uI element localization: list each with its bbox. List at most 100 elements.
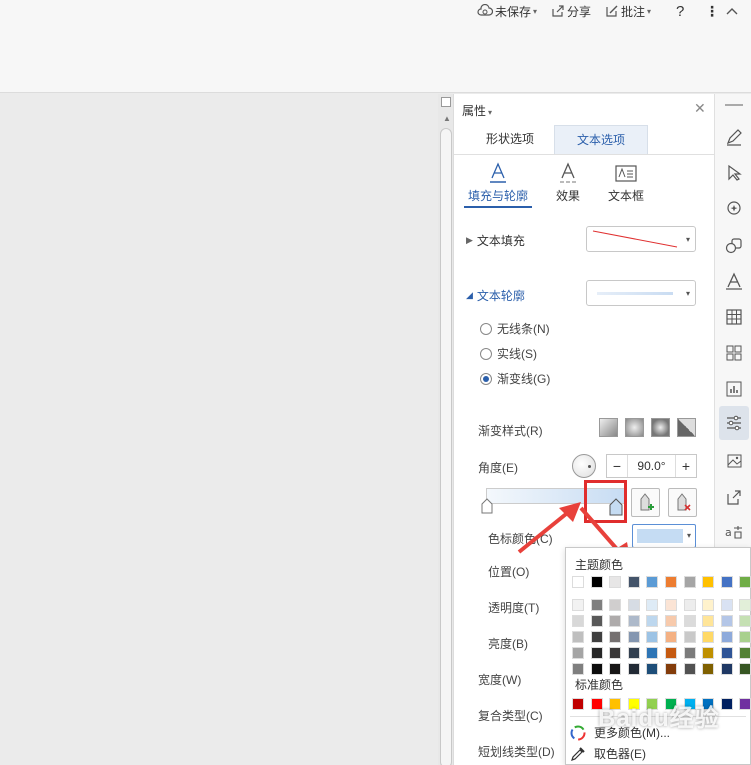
text-effects-icon[interactable] [723, 270, 745, 292]
theme-shade-swatch[interactable] [739, 599, 751, 611]
radio-no-line[interactable]: 无线条(N) [480, 320, 550, 337]
pen-icon[interactable] [723, 126, 745, 148]
theme-shade-swatch[interactable] [646, 615, 659, 627]
theme-shade-swatch[interactable] [646, 647, 659, 659]
theme-shade-swatch[interactable] [720, 663, 733, 675]
angle-input[interactable]: 90.0° [627, 455, 676, 477]
theme-shade-swatch[interactable] [609, 647, 622, 659]
radio-button-checked[interactable] [480, 372, 492, 385]
theme-shade-swatch[interactable] [590, 647, 603, 659]
theme-shade-swatch[interactable] [572, 647, 584, 659]
theme-shade-swatch[interactable] [609, 615, 622, 627]
help-icon[interactable]: ? [676, 2, 684, 20]
tab-shape-options[interactable]: 形状选项 [466, 125, 554, 154]
gradient-stop-left[interactable] [481, 498, 493, 514]
theme-shade-swatch[interactable] [609, 599, 622, 611]
linear-gradient-style[interactable] [599, 418, 618, 437]
minus-icon[interactable]: − [607, 458, 627, 474]
theme-shade-swatch[interactable] [702, 647, 715, 659]
theme-shade-swatch[interactable] [665, 599, 677, 611]
delete-stop-button[interactable] [668, 488, 697, 517]
theme-shade-swatch[interactable] [739, 631, 751, 643]
grip-handle[interactable] [725, 104, 743, 106]
path-gradient-style[interactable] [677, 418, 696, 437]
standard-color-swatch[interactable] [720, 698, 733, 710]
scroll-top-icon[interactable] [441, 97, 451, 107]
export-icon[interactable] [723, 486, 745, 508]
theme-shade-swatch[interactable] [665, 647, 677, 659]
radial-gradient-style[interactable] [625, 418, 644, 437]
panel-title[interactable]: 属性 ▾ [462, 102, 492, 119]
translate-icon[interactable]: a [723, 522, 745, 544]
theme-color-swatch[interactable] [627, 576, 640, 588]
tab-text-options[interactable]: 文本选项 [554, 125, 648, 154]
theme-shade-swatch[interactable] [646, 631, 659, 643]
theme-color-swatch[interactable] [720, 576, 733, 588]
theme-color-swatch[interactable] [665, 576, 677, 588]
chart-icon[interactable] [723, 378, 745, 400]
theme-shade-swatch[interactable] [572, 631, 584, 643]
grid-apps-icon[interactable] [723, 342, 745, 364]
theme-shade-swatch[interactable] [739, 663, 751, 675]
theme-shade-swatch[interactable] [702, 599, 715, 611]
theme-shade-swatch[interactable] [665, 615, 677, 627]
eyedropper-item[interactable]: 取色器(E) [570, 745, 646, 762]
close-icon[interactable]: ✕ [694, 100, 706, 117]
vertical-scrollbar[interactable]: ▲ [438, 94, 454, 765]
theme-shade-swatch[interactable] [683, 599, 696, 611]
subtab-textbox[interactable]: 文本框 [591, 160, 661, 204]
theme-shade-swatch[interactable] [572, 615, 584, 627]
select-cursor-icon[interactable] [723, 162, 745, 184]
subtab-fill-outline[interactable]: 填充与轮廓 [463, 160, 533, 204]
theme-shade-swatch[interactable] [665, 663, 677, 675]
badge-icon[interactable] [723, 198, 745, 220]
theme-shade-swatch[interactable] [590, 663, 603, 675]
theme-color-swatch[interactable] [683, 576, 696, 588]
theme-shade-swatch[interactable] [590, 599, 603, 611]
collapse-icon[interactable] [726, 2, 740, 20]
standard-color-swatch[interactable] [572, 698, 584, 710]
scroll-thumb[interactable] [440, 128, 452, 765]
theme-shade-swatch[interactable] [739, 615, 751, 627]
theme-shade-swatch[interactable] [646, 599, 659, 611]
theme-shade-swatch[interactable] [702, 631, 715, 643]
rectangular-gradient-style[interactable] [651, 418, 670, 437]
unsaved-button[interactable]: 未保存 ▾ [477, 2, 537, 20]
text-outline-dropdown[interactable]: ▾ [586, 280, 696, 306]
theme-color-swatch[interactable] [739, 576, 751, 588]
share-button[interactable]: 分享 [551, 2, 591, 20]
standard-color-swatch[interactable] [739, 698, 751, 710]
text-fill-dropdown[interactable]: ▾ [586, 226, 696, 252]
table-icon[interactable] [723, 306, 745, 328]
theme-shade-swatch[interactable] [720, 599, 733, 611]
radio-gradient-line[interactable]: 渐变线(G) [480, 370, 550, 387]
theme-shade-swatch[interactable] [739, 647, 751, 659]
theme-shade-swatch[interactable] [683, 647, 696, 659]
theme-shade-swatch[interactable] [590, 631, 603, 643]
theme-shade-swatch[interactable] [702, 615, 715, 627]
theme-shade-swatch[interactable] [683, 663, 696, 675]
theme-shade-swatch[interactable] [609, 631, 622, 643]
theme-shade-swatch[interactable] [646, 663, 659, 675]
theme-shade-swatch[interactable] [627, 663, 640, 675]
theme-shade-swatch[interactable] [683, 631, 696, 643]
theme-color-swatch[interactable] [590, 576, 603, 588]
more-icon[interactable]: ⋮ [705, 2, 719, 20]
theme-shade-swatch[interactable] [572, 599, 584, 611]
theme-color-swatch[interactable] [609, 576, 622, 588]
theme-color-swatch[interactable] [702, 576, 715, 588]
document-canvas[interactable] [0, 94, 437, 765]
theme-shade-swatch[interactable] [627, 615, 640, 627]
radio-solid-line[interactable]: 实线(S) [480, 345, 537, 362]
image-icon[interactable] [723, 450, 745, 472]
theme-shade-swatch[interactable] [702, 663, 715, 675]
theme-color-swatch[interactable] [572, 576, 584, 588]
text-outline-header[interactable]: ◢ 文本轮廓 [466, 287, 525, 304]
theme-shade-swatch[interactable] [720, 631, 733, 643]
theme-color-swatch[interactable] [646, 576, 659, 588]
theme-shade-swatch[interactable] [720, 615, 733, 627]
chevron-up-icon[interactable]: ▲ [443, 114, 451, 123]
shapes-icon[interactable] [723, 234, 745, 256]
plus-icon[interactable]: + [676, 458, 696, 474]
theme-shade-swatch[interactable] [665, 631, 677, 643]
